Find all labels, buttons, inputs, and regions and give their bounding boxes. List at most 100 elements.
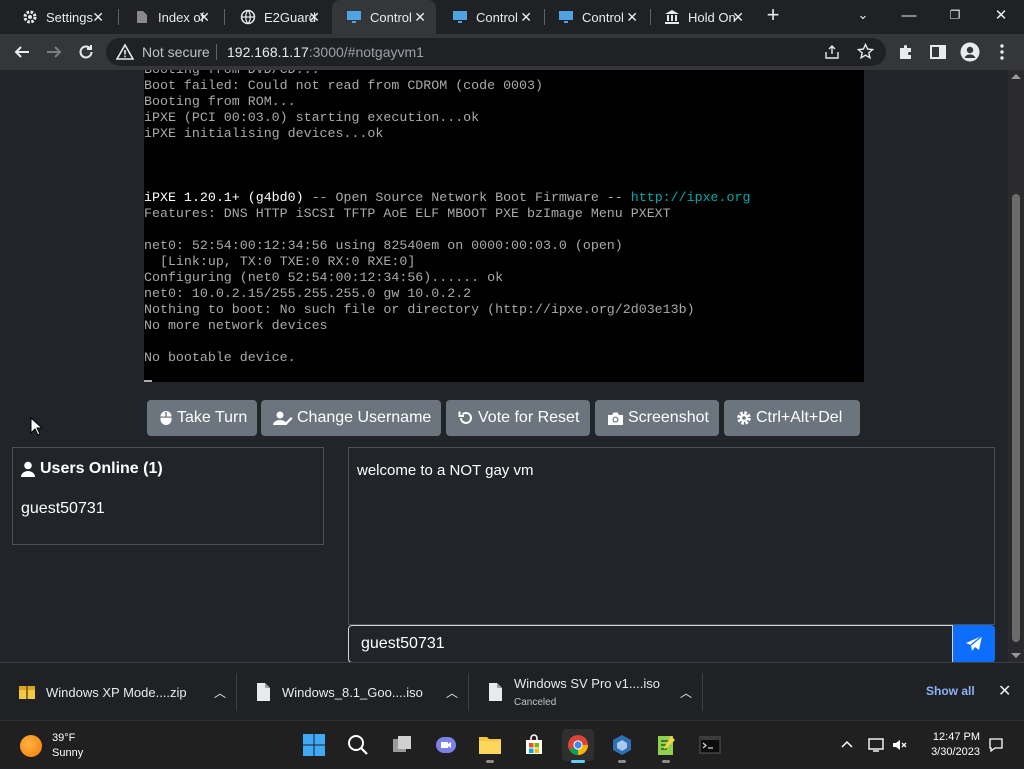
console-line: Booting from DVD/CD... bbox=[144, 70, 750, 78]
clock[interactable]: 12:47 PM 3/30/2023 bbox=[918, 730, 980, 760]
console-line: Nothing to boot: No such file or directo… bbox=[144, 302, 750, 318]
window-close-button[interactable]: ✕ bbox=[978, 0, 1024, 30]
console-line: iPXE 1.20.1+ (g4bd0) -- Open Source Netw… bbox=[144, 190, 750, 206]
monitor-icon bbox=[559, 11, 573, 23]
forward-button[interactable] bbox=[40, 38, 68, 66]
tab-control-active[interactable]: Control ✕ bbox=[332, 0, 436, 34]
extensions-button[interactable] bbox=[892, 38, 920, 66]
side-panel-button[interactable] bbox=[924, 38, 952, 66]
divider bbox=[702, 673, 703, 711]
file-explorer-button[interactable] bbox=[474, 729, 506, 763]
console-cursor-line bbox=[144, 366, 750, 382]
user-list-item[interactable]: guest50731 bbox=[21, 500, 105, 518]
tab-hold-on[interactable]: Hold On ✕ bbox=[650, 0, 754, 34]
vm-app-button[interactable] bbox=[606, 729, 638, 763]
address-bar[interactable]: Not secure 192.168.1.17:3000/#notgayvm1 bbox=[106, 38, 886, 66]
close-downloads-icon[interactable]: ✕ bbox=[998, 681, 1011, 701]
new-tab-button[interactable]: + bbox=[754, 0, 792, 30]
profile-button[interactable] bbox=[956, 38, 984, 66]
users-online-title: Users Online (1) bbox=[40, 460, 163, 477]
share-icon[interactable] bbox=[824, 44, 840, 60]
notification-icon[interactable] bbox=[988, 737, 1004, 753]
download-item[interactable]: Windows XP Mode....zip ︿ bbox=[18, 663, 236, 721]
search-button[interactable] bbox=[342, 729, 374, 761]
network-icon[interactable] bbox=[868, 737, 886, 753]
tab-control[interactable]: Control ✕ bbox=[544, 0, 648, 34]
scroll-up-arrow[interactable] bbox=[1011, 74, 1021, 79]
back-button[interactable] bbox=[8, 38, 36, 66]
change-username-button[interactable]: Change Username bbox=[261, 400, 441, 436]
monitor-icon bbox=[453, 11, 467, 23]
close-icon[interactable]: ✕ bbox=[520, 9, 532, 26]
vote-reset-button[interactable]: Vote for Reset bbox=[446, 400, 590, 436]
download-filename: Windows XP Mode....zip bbox=[46, 684, 187, 700]
minimize-button[interactable]: — bbox=[886, 0, 932, 30]
download-item-canceled[interactable]: Windows SV Pro v1....iso Canceled ︿ bbox=[486, 663, 702, 721]
running-indicator bbox=[486, 760, 494, 763]
close-icon[interactable]: ✕ bbox=[92, 9, 104, 26]
star-icon[interactable] bbox=[857, 43, 874, 60]
reload-button[interactable] bbox=[72, 38, 100, 66]
file-icon bbox=[257, 683, 270, 701]
chat-input-group: guest50731 bbox=[348, 625, 995, 662]
terminal-button[interactable] bbox=[694, 729, 726, 761]
screenshot-button[interactable]: Screenshot bbox=[595, 400, 719, 436]
scroll-down-arrow[interactable] bbox=[1011, 653, 1021, 658]
close-icon[interactable]: ✕ bbox=[626, 9, 638, 26]
chat-message: welcome to a NOT gay vm bbox=[357, 462, 534, 479]
tab-search-button[interactable]: ⌄ bbox=[840, 0, 886, 30]
page-icon bbox=[137, 11, 147, 23]
running-indicator bbox=[618, 760, 626, 763]
take-turn-button[interactable]: Take Turn bbox=[147, 400, 257, 436]
chat-username: guest50731 bbox=[348, 625, 456, 662]
chevron-up-icon[interactable] bbox=[840, 738, 854, 752]
console-text: No bootable device. bbox=[144, 350, 296, 365]
paper-plane-icon bbox=[966, 635, 983, 651]
chevron-up-icon[interactable]: ︿ bbox=[214, 684, 226, 701]
close-icon[interactable]: ✕ bbox=[198, 9, 210, 26]
volume-muted-icon[interactable] bbox=[892, 737, 908, 753]
url-text[interactable]: 192.168.1.17:3000/#notgayvm1 bbox=[227, 44, 424, 60]
send-button[interactable] bbox=[953, 625, 995, 662]
terminal-icon bbox=[699, 736, 721, 754]
chrome-button[interactable] bbox=[562, 729, 594, 763]
ctrl-alt-del-button[interactable]: Ctrl+Alt+Del bbox=[724, 400, 860, 436]
monitor-icon bbox=[347, 11, 361, 23]
weather-widget[interactable]: 39°F Sunny bbox=[20, 731, 83, 761]
security-label: Not secure bbox=[142, 44, 210, 60]
show-all-downloads-link[interactable]: Show all bbox=[926, 684, 975, 698]
kebab-menu-icon bbox=[1000, 44, 1004, 60]
menu-button[interactable] bbox=[988, 38, 1016, 66]
system-tray bbox=[840, 721, 908, 769]
store-button[interactable] bbox=[518, 729, 550, 761]
rotate-left-icon bbox=[458, 411, 472, 424]
tab-settings[interactable]: Settings ✕ bbox=[8, 0, 114, 34]
tab-divider bbox=[118, 9, 119, 25]
console-line: net0: 52:54:00:12:34:56 using 82540em on… bbox=[144, 238, 750, 254]
tab-control[interactable]: Control ✕ bbox=[438, 0, 542, 34]
close-icon[interactable]: ✕ bbox=[732, 9, 744, 26]
console-text: Booting from DVD/CD... bbox=[144, 70, 320, 77]
close-icon[interactable]: ✕ bbox=[414, 9, 426, 26]
vm-screen[interactable]: Booting from DVD/CD...Boot failed: Could… bbox=[144, 70, 864, 382]
change-username-label: Change Username bbox=[297, 409, 432, 426]
notepad-plus-button[interactable] bbox=[650, 729, 682, 763]
close-icon[interactable]: ✕ bbox=[308, 9, 320, 26]
page-scrollbar[interactable] bbox=[1008, 70, 1024, 662]
teams-chat-button[interactable] bbox=[430, 729, 462, 761]
bank-icon bbox=[665, 10, 679, 24]
chevron-up-icon[interactable]: ︿ bbox=[446, 684, 458, 701]
restore-button[interactable]: ❐ bbox=[932, 0, 978, 30]
download-item[interactable]: Windows_8.1_Goo....iso ︿ bbox=[254, 663, 468, 721]
chat-box: welcome to a NOT gay vm bbox=[348, 447, 995, 625]
chevron-up-icon[interactable]: ︿ bbox=[680, 684, 692, 701]
chat-input[interactable] bbox=[455, 625, 953, 662]
tab-e2guard[interactable]: E2Guard ✕ bbox=[226, 0, 330, 34]
windows-logo-icon bbox=[303, 734, 325, 756]
task-view-button[interactable] bbox=[386, 729, 418, 761]
start-button[interactable] bbox=[298, 729, 330, 761]
tab-index-of[interactable]: Index of ✕ bbox=[120, 0, 220, 34]
tab-strip: Settings ✕ Index of ✕ E2Guard ✕ Control … bbox=[0, 0, 1024, 34]
scrollbar-thumb[interactable] bbox=[1012, 194, 1020, 642]
